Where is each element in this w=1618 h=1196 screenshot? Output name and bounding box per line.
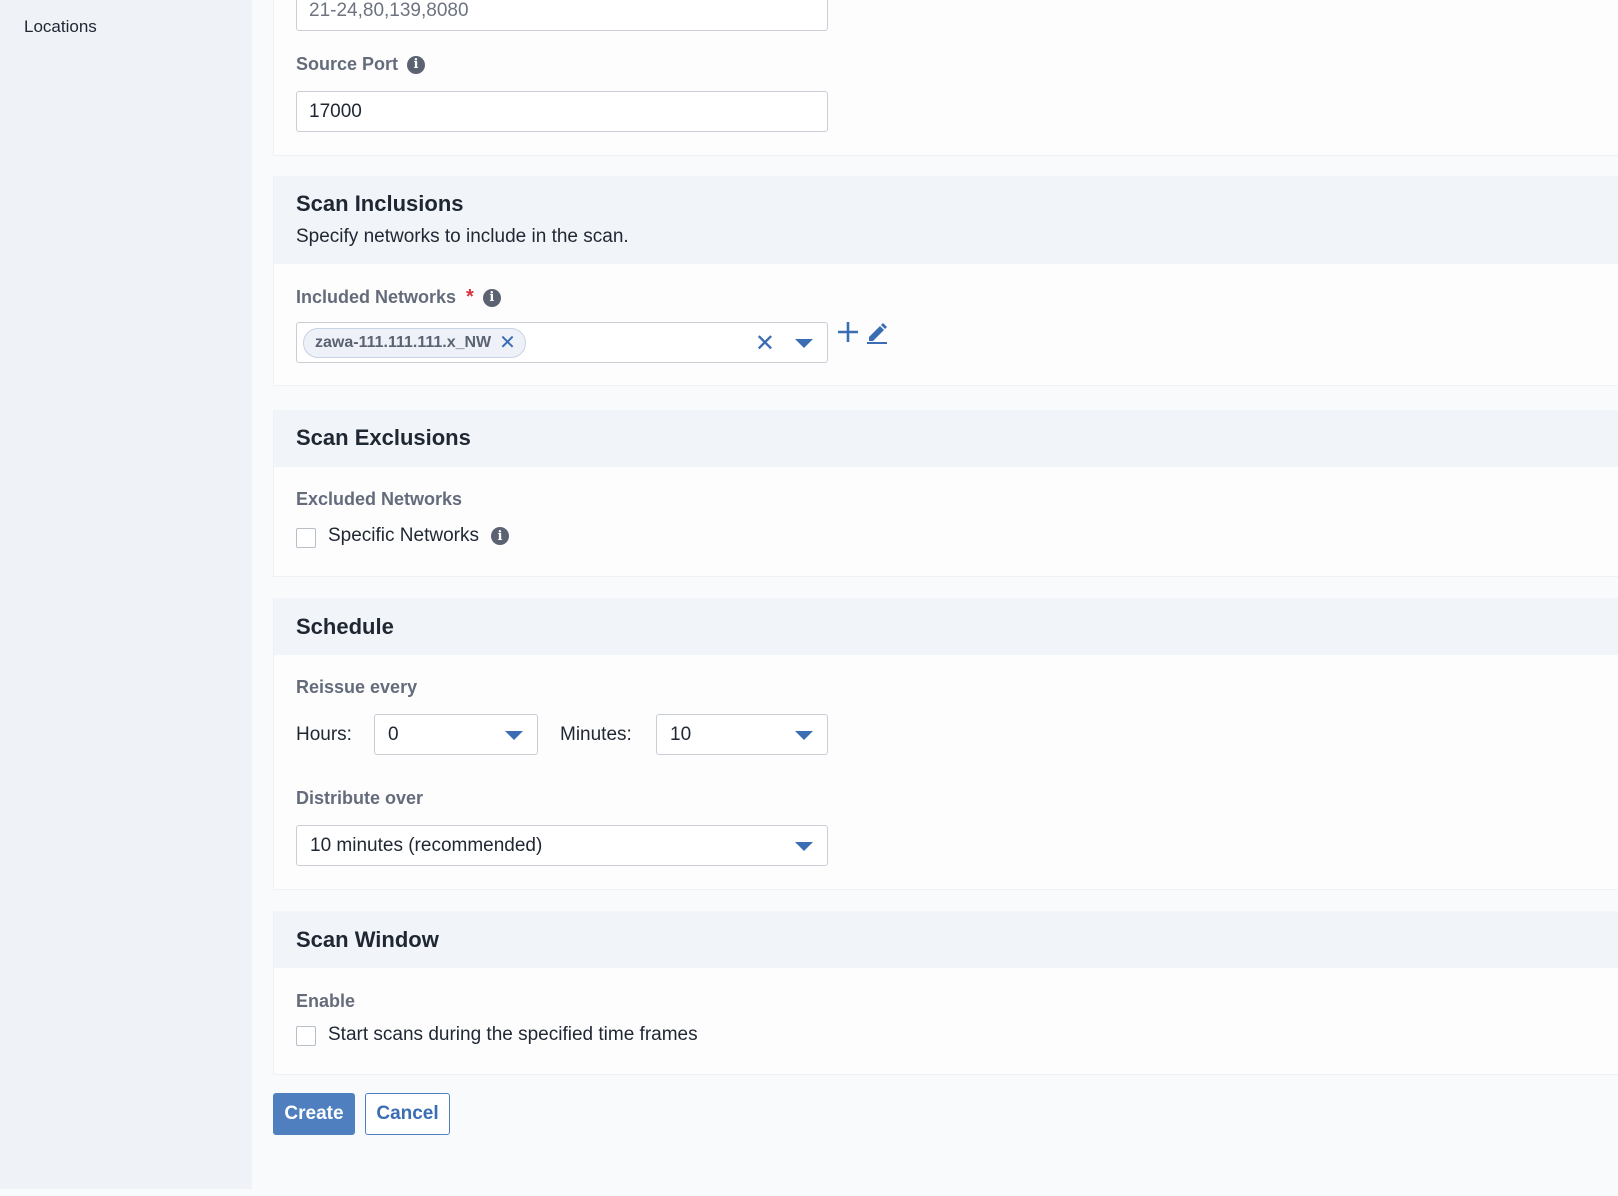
scan-exclusions-title: Scan Exclusions xyxy=(296,425,471,450)
distribute-over-select[interactable]: 10 minutes (recommended) xyxy=(296,825,828,866)
schedule-header: Schedule xyxy=(274,598,1618,655)
add-network-icon[interactable] xyxy=(836,320,860,349)
excluded-networks-label: Excluded Networks xyxy=(296,489,463,509)
create-button[interactable]: Create xyxy=(273,1093,355,1135)
network-tag: zawa-111.111.111.x_NW ✕ xyxy=(303,328,526,358)
minutes-value: 10 xyxy=(670,724,692,745)
source-port-label: Source Port i xyxy=(296,54,426,75)
specific-networks-checkbox[interactable] xyxy=(296,528,316,548)
schedule-title: Schedule xyxy=(296,614,394,639)
included-networks-label: Included Networks * i xyxy=(296,286,501,309)
scan-inclusions-description: Specify networks to include in the scan. xyxy=(296,226,629,247)
caret-down-icon[interactable] xyxy=(795,842,813,851)
hours-select[interactable]: 0 xyxy=(374,714,538,755)
schedule-card: Schedule Reissue every Hours: 0 Minutes:… xyxy=(273,598,1618,890)
distribute-over-label: Distribute over xyxy=(296,788,424,808)
hours-value: 0 xyxy=(388,724,399,745)
scan-inclusions-card: Scan Inclusions Specify networks to incl… xyxy=(273,176,1618,386)
caret-down-icon[interactable] xyxy=(795,731,813,740)
info-icon[interactable]: i xyxy=(491,527,509,545)
required-marker: * xyxy=(466,286,474,308)
source-port-input[interactable]: 17000 xyxy=(296,91,828,132)
source-port-label-text: Source Port xyxy=(296,54,399,74)
scan-exclusions-header: Scan Exclusions xyxy=(274,410,1618,467)
specific-networks-label-text: Specific Networks xyxy=(328,525,479,546)
ports-card: 21-24,80,139,8080 Source Port i 17000 xyxy=(273,0,1618,156)
sidebar: Locations xyxy=(0,0,253,1189)
start-scans-checkbox[interactable] xyxy=(296,1026,316,1046)
scan-inclusions-title: Scan Inclusions xyxy=(296,191,464,216)
info-icon[interactable]: i xyxy=(407,55,426,74)
caret-down-icon[interactable] xyxy=(505,731,523,740)
specific-networks-label: Specific Networks i xyxy=(328,525,509,547)
reissue-every-label: Reissue every xyxy=(296,677,418,697)
remove-tag-icon[interactable]: ✕ xyxy=(499,333,516,353)
caret-down-icon[interactable] xyxy=(795,339,813,348)
scan-window-title: Scan Window xyxy=(296,927,439,952)
included-networks-select[interactable]: zawa-111.111.111.x_NW ✕ ✕ xyxy=(296,322,828,363)
scan-window-header: Scan Window xyxy=(274,911,1618,968)
edit-network-icon[interactable] xyxy=(866,320,888,349)
scan-exclusions-card: Scan Exclusions Excluded Networks Specif… xyxy=(273,410,1618,577)
start-scans-label: Start scans during the specified time fr… xyxy=(328,1024,698,1045)
clear-selection-icon[interactable]: ✕ xyxy=(755,329,775,358)
network-tag-label: zawa-111.111.111.x_NW xyxy=(315,334,492,351)
distribute-over-value: 10 minutes (recommended) xyxy=(310,835,543,856)
minutes-select[interactable]: 10 xyxy=(656,714,828,755)
scan-window-card: Scan Window Enable Start scans during th… xyxy=(273,911,1618,1075)
info-icon[interactable]: i xyxy=(482,288,501,307)
scan-inclusions-header: Scan Inclusions Specify networks to incl… xyxy=(274,176,1618,264)
sidebar-item-locations[interactable]: Locations xyxy=(24,17,97,37)
included-networks-label-text: Included Networks xyxy=(296,287,457,307)
minutes-label: Minutes: xyxy=(560,724,632,745)
target-ports-input[interactable]: 21-24,80,139,8080 xyxy=(296,0,828,31)
hours-label: Hours: xyxy=(296,724,352,745)
enable-label: Enable xyxy=(296,991,356,1011)
cancel-button[interactable]: Cancel xyxy=(365,1093,450,1135)
